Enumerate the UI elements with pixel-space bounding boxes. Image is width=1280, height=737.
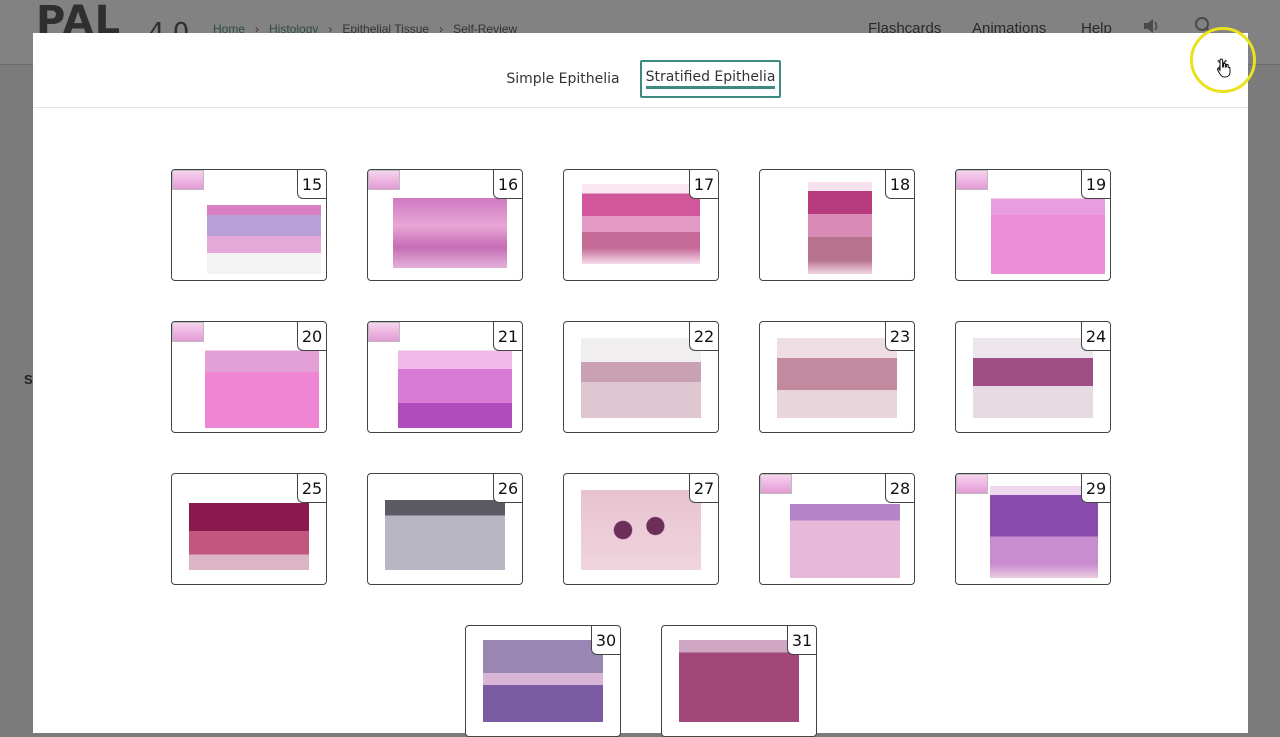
thumbnail-number: 22	[689, 322, 718, 351]
thumbnail-number: 19	[1081, 170, 1110, 199]
thumbnail-card[interactable]: 21	[367, 321, 523, 433]
thumbnail-card[interactable]: 19	[955, 169, 1111, 281]
tab-label: Simple Epithelia	[506, 71, 620, 87]
micrograph-image	[205, 342, 319, 428]
thumbnail-number: 15	[297, 170, 326, 199]
thumbnail-card[interactable]: 20	[171, 321, 327, 433]
micrograph-image	[189, 492, 309, 570]
thumbnail-number: 26	[493, 474, 522, 503]
micrograph-image	[207, 190, 321, 274]
thumbnail-card[interactable]: 15	[171, 169, 327, 281]
thumbnail-number: 28	[885, 474, 914, 503]
thumbnail-number: 24	[1081, 322, 1110, 351]
thumbnail-card[interactable]: 25	[171, 473, 327, 585]
micrograph-image	[973, 338, 1093, 418]
micrograph-image	[679, 640, 799, 722]
overview-inset-image	[368, 170, 400, 190]
micrograph-image	[790, 496, 900, 578]
hand-cursor-icon	[1217, 58, 1231, 78]
tab-label: Stratified Epithelia	[645, 69, 776, 89]
thumbnail-number: 23	[885, 322, 914, 351]
thumbnail-card[interactable]: 17	[563, 169, 719, 281]
thumbnail-number: 16	[493, 170, 522, 199]
overview-inset-image	[368, 322, 400, 342]
micrograph-image	[483, 640, 603, 722]
overview-inset-image	[956, 474, 988, 494]
thumbnail-number: 27	[689, 474, 718, 503]
thumbnail-number: 25	[297, 474, 326, 503]
thumbnail-card[interactable]: 18	[759, 169, 915, 281]
thumbnail-card[interactable]: 29	[955, 473, 1111, 585]
micrograph-image	[808, 182, 872, 274]
thumbnail-number: 18	[885, 170, 914, 199]
micrograph-image	[777, 338, 897, 418]
thumbnail-card[interactable]: 27	[563, 473, 719, 585]
background-side-text: S	[24, 372, 33, 387]
micrograph-image	[582, 184, 700, 264]
micrograph-image	[581, 490, 701, 570]
thumbnail-card[interactable]: 31	[661, 625, 817, 737]
micrograph-image	[385, 492, 505, 570]
thumbnail-card[interactable]: 28	[759, 473, 915, 585]
micrograph-image	[393, 198, 507, 268]
modal-tab-bar: Simple Epithelia Stratified Epithelia ×	[33, 33, 1248, 108]
tab-simple-epithelia[interactable]: Simple Epithelia	[503, 60, 623, 98]
thumbnail-number: 30	[591, 626, 620, 655]
overview-inset-image	[760, 474, 792, 494]
thumbnail-number: 29	[1081, 474, 1110, 503]
thumbnail-card[interactable]: 26	[367, 473, 523, 585]
thumbnail-card[interactable]: 16	[367, 169, 523, 281]
thumbnail-card[interactable]: 22	[563, 321, 719, 433]
thumbnail-number: 20	[297, 322, 326, 351]
thumbnail-card[interactable]: 24	[955, 321, 1111, 433]
overview-inset-image	[956, 170, 988, 190]
micrograph-image	[581, 338, 701, 418]
micrograph-image	[991, 190, 1105, 274]
thumbnail-card[interactable]: 23	[759, 321, 915, 433]
thumbnail-number: 31	[787, 626, 816, 655]
overview-inset-image	[172, 322, 204, 342]
thumbnail-number: 21	[493, 322, 522, 351]
micrograph-image	[398, 344, 512, 428]
image-picker-modal: Simple Epithelia Stratified Epithelia × …	[33, 33, 1248, 737]
tab-stratified-epithelia[interactable]: Stratified Epithelia	[640, 60, 781, 98]
thumbnail-number: 17	[689, 170, 718, 199]
overview-inset-image	[172, 170, 204, 190]
thumbnail-card[interactable]: 30	[465, 625, 621, 737]
